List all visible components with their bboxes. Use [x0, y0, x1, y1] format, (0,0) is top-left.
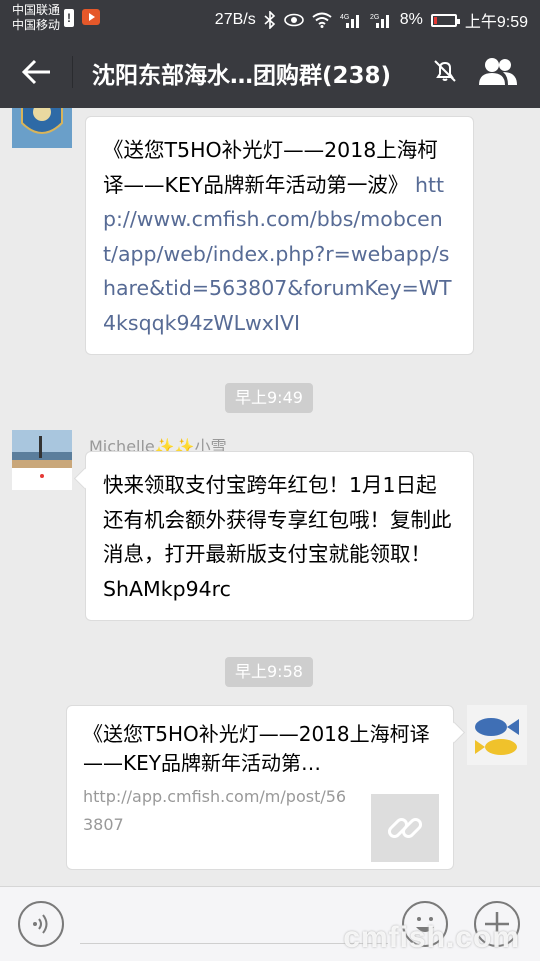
group-members-icon[interactable] [478, 56, 518, 86]
message-prefix: 《送您T5HO补光灯——2018上海柯译——KEY品牌新年活动第一波》 [103, 138, 438, 197]
carrier-labels: 中国联通 中国移动 [12, 3, 60, 33]
notification-icons: ! [64, 9, 100, 27]
back-arrow-icon[interactable] [20, 55, 54, 89]
bluetooth-icon [264, 11, 275, 29]
chat-title[interactable]: 沈阳东部海水…团购群(238) [92, 56, 391, 90]
voice-icon [33, 914, 48, 934]
avatar[interactable] [467, 705, 527, 765]
wifi-icon [312, 12, 332, 28]
message-input[interactable] [80, 943, 388, 944]
fish-avatar-icon [467, 705, 527, 765]
status-right: 27B/s 4G 2G 8% 上午9:59 [215, 8, 528, 32]
message-text: 快来领取支付宝跨年红包！1月1日起还有机会额外获得专享红包哦！复制此消息，打开最… [103, 473, 452, 601]
signal-4g-icon: 4G [340, 14, 359, 28]
message-bubble[interactable]: 《送您T5HO补光灯——2018上海柯译——KEY品牌新年活动第一波》 http… [85, 116, 474, 355]
badge-avatar-icon [12, 108, 72, 148]
signal-2g-icon: 2G [370, 14, 389, 28]
avatar[interactable] [12, 108, 72, 148]
beach-avatar-icon [12, 430, 72, 490]
carrier-2: 中国移动 [12, 18, 61, 32]
timestamp: 早上9:58 [225, 657, 313, 687]
battery-percent: 8% [399, 11, 423, 28]
svg-text:2G: 2G [370, 14, 379, 21]
status-bar: 中国联通 中国移动 ! 27B/s 4G 2G 8% 上午9:59 [0, 0, 540, 36]
link-card-url: http://app.cmfish.com/m/post/563807 [83, 787, 347, 834]
svg-text:4G: 4G [340, 14, 349, 21]
warning-icon: ! [64, 9, 74, 27]
battery-icon [430, 13, 460, 27]
video-app-icon [82, 9, 100, 25]
chat-messages[interactable]: 《送您T5HO补光灯——2018上海柯译——KEY品牌新年活动第一波》 http… [0, 108, 540, 886]
net-speed: 27B/s [214, 11, 256, 28]
timestamp: 早上9:49 [225, 383, 313, 413]
header-divider [72, 56, 73, 88]
link-card[interactable]: 《送您T5HO补光灯——2018上海柯译——KEY品牌新年活动第… http:/… [66, 705, 454, 870]
clock: 上午9:59 [464, 14, 528, 31]
voice-button[interactable] [18, 901, 64, 947]
link-card-thumbnail [371, 794, 439, 862]
watermark: cmfish.com [343, 921, 520, 954]
eye-icon [283, 13, 304, 27]
message-text: 《送您T5HO补光灯——2018上海柯译——KEY品牌新年活动第一波》 http… [103, 133, 457, 340]
carrier-1: 中国联通 [12, 3, 61, 17]
chat-header: 沈阳东部海水…团购群(238) [0, 36, 540, 108]
avatar[interactable] [12, 430, 72, 490]
link-icon [387, 817, 423, 839]
message-bubble[interactable]: 快来领取支付宝跨年红包！1月1日起还有机会额外获得专享红包哦！复制此消息，打开最… [85, 451, 474, 621]
link-card-title: 《送您T5HO补光灯——2018上海柯译——KEY品牌新年活动第… [83, 722, 430, 775]
mute-bell-icon [434, 60, 456, 82]
input-bar: cmfish.com [0, 886, 540, 961]
